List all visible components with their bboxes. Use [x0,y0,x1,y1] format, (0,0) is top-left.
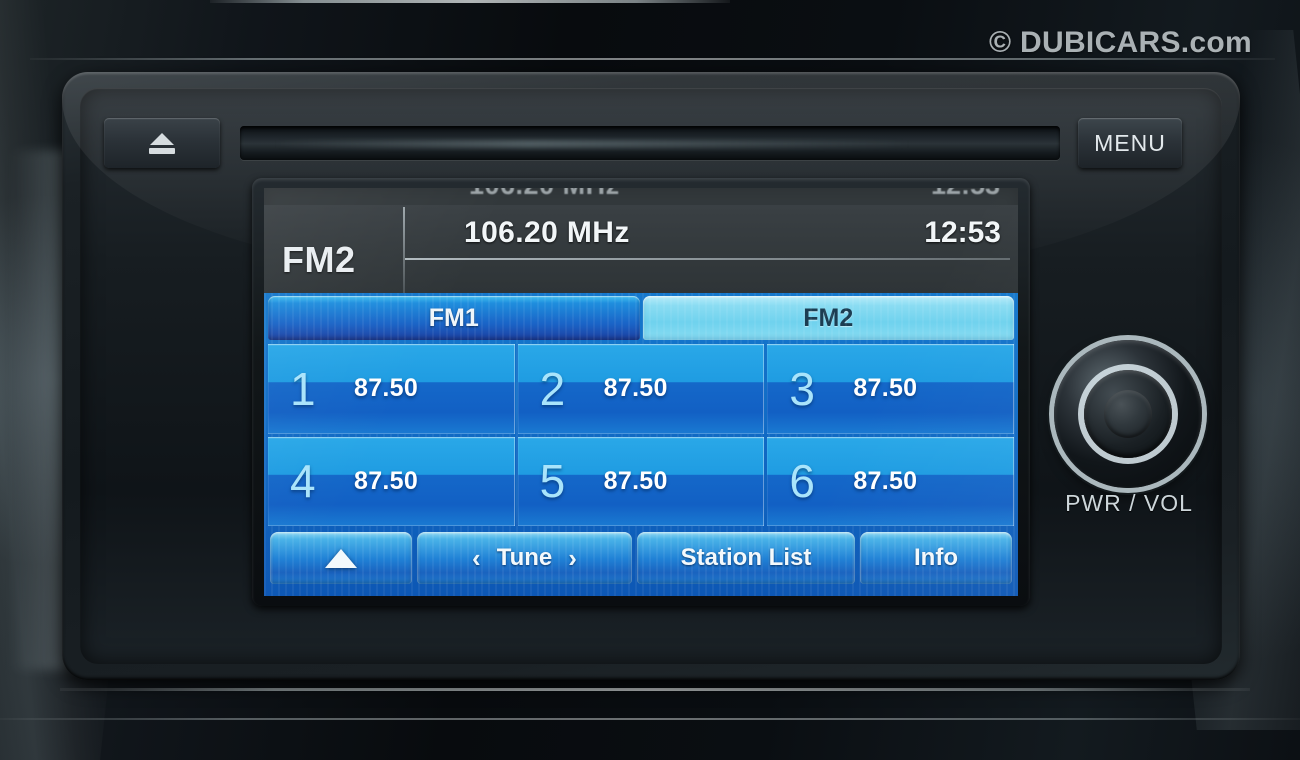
menu-button-label: MENU [1094,129,1166,156]
power-volume-label: PWR / VOL [1065,490,1193,516]
menu-button[interactable]: MENU [1078,118,1182,168]
power-volume-knob[interactable] [1054,340,1202,488]
chevron-left-icon[interactable]: ‹ [472,543,481,574]
band-tab-fm1-label: FM1 [428,303,479,332]
preset-number: 2 [539,362,566,415]
knob-inner-ring [1084,370,1172,458]
eject-icon [149,132,175,154]
chrome-trim-top-upper [210,0,730,3]
tune-button-label: Tune [496,544,553,571]
knob-center-cap [1104,390,1152,438]
clock-display: 12:53 [924,216,1001,249]
preset-number: 5 [539,455,566,508]
preset-frequency: 87.50 [603,466,668,495]
preset-button-4[interactable]: 4 87.50 [268,436,515,526]
dubicars-watermark: © DUBICARS.com [989,26,1252,59]
preset-frequency: 87.50 [853,374,918,403]
preset-button-2[interactable]: 2 87.50 [517,344,765,434]
function-button-bar: ‹ Tune › Station List Info [268,532,1014,584]
display-refresh-artifact: 106.20 MHz 12:53 [264,188,1018,205]
info-label: Info [914,544,958,571]
preset-button-3[interactable]: 3 87.50 [767,344,1014,434]
preset-frequency: 87.50 [603,374,668,403]
band-divider [403,207,405,293]
cd-slot-sheen [272,139,913,149]
station-list-button[interactable]: Station List [637,532,855,584]
station-list-label: Station List [680,544,812,571]
chrome-trim-bottom [60,688,1250,691]
band-tab-fm1[interactable]: FM1 [268,296,640,340]
band-tab-bar: FM1 FM2 [268,296,1014,340]
scroll-up-button[interactable] [270,532,412,584]
preset-number: 1 [290,362,316,415]
preset-button-5[interactable]: 5 87.50 [517,436,765,526]
info-button[interactable]: Info [860,532,1012,584]
preset-button-1[interactable]: 1 87.50 [268,344,515,434]
frequency-underline [405,258,1010,260]
triangle-up-icon [325,548,357,568]
preset-grid: 1 87.50 2 87.50 3 87.50 4 87.50 5 87.50 … [268,344,1014,526]
preset-number: 3 [789,362,815,415]
eject-button[interactable] [104,118,220,168]
chevron-right-icon[interactable]: › [568,543,577,574]
preset-frequency: 87.50 [354,466,419,495]
dashboard-background: © DUBICARS.com MENU PWR / VOL 106.20 MHz [0,0,1300,760]
current-band-label: FM2 [282,239,356,280]
preset-frequency: 87.50 [354,374,419,403]
preset-frequency: 87.50 [853,466,918,495]
chrome-trim-bottom-lower [0,718,1300,720]
band-tab-fm2[interactable]: FM2 [642,296,1014,340]
preset-number: 4 [290,455,316,508]
ghost-clock: 12:53 [931,188,1000,201]
tune-button[interactable]: ‹ Tune › [417,532,632,584]
ghost-frequency: 106.20 MHz [469,188,620,201]
radio-display-screen[interactable]: 106.20 MHz 12:53 FM2 106.20 MHz 12:53 FM… [264,188,1018,596]
frequency-display: 106.20 MHz [464,216,630,249]
status-bar: FM2 106.20 MHz 12:53 [264,205,1018,293]
display-bezel: 106.20 MHz 12:53 FM2 106.20 MHz 12:53 FM… [252,178,1030,606]
cd-slot [240,126,1060,160]
preset-number: 6 [789,455,815,508]
preset-button-6[interactable]: 6 87.50 [767,436,1014,526]
band-tab-fm2-label: FM2 [803,303,854,332]
radio-content-area: FM1 FM2 1 87.50 2 87.50 3 87.50 4 87.50 … [264,293,1018,596]
